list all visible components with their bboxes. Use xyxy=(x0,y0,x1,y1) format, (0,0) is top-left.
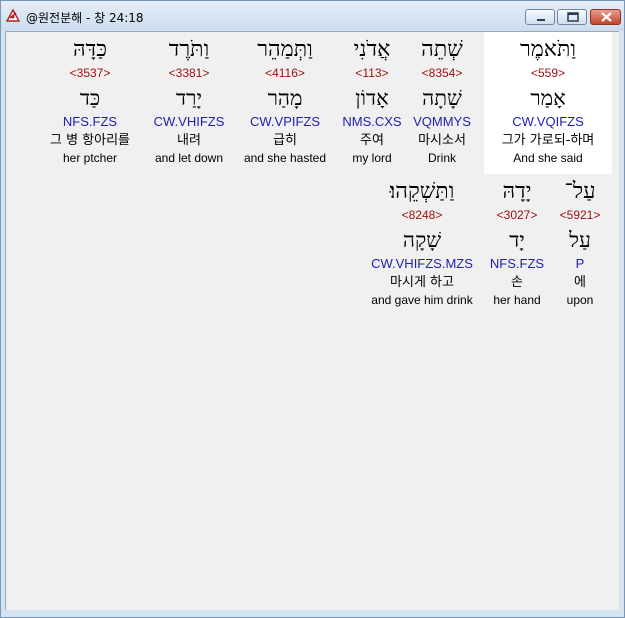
morphology-code: NMS.CXS xyxy=(342,114,402,129)
english-gloss: and let down xyxy=(154,151,224,165)
korean-gloss: 손 xyxy=(511,275,523,290)
word-block[interactable]: יָדָהּ <3027> יָד NFS.FZS 손 her hand xyxy=(484,174,550,316)
morphology-code: VQMMYS xyxy=(413,114,471,129)
word-block[interactable]: עַל־ <5921> עַל P 에 upon xyxy=(554,174,606,316)
word-block[interactable]: אֲדֹנִי <113> אָדוֹן NMS.CXS 주여 my lord xyxy=(338,32,406,174)
hebrew-lemma: עַל xyxy=(569,228,591,252)
app-window: @원전분해 - 창 24:18 וַתֹּאמֶר <559> אָמַר CW… xyxy=(0,0,625,618)
hebrew-word: יָדָהּ xyxy=(502,179,532,204)
strong-number: <4116> xyxy=(265,66,305,80)
hebrew-word: וַתֹּרֶד xyxy=(168,37,210,62)
hebrew-lemma: יָד xyxy=(509,228,525,252)
morphology-code: CW.VHIFZS.MZS xyxy=(371,256,473,271)
word-block[interactable]: כַּדָּהּ <3537> כַּד NFS.FZS 그 병 항아리를 he… xyxy=(34,32,146,174)
hebrew-lemma: אָדוֹן xyxy=(355,86,389,110)
korean-gloss: 주여 xyxy=(360,133,384,148)
word-block[interactable]: וַתֹּאמֶר <559> אָמַר CW.VQIFZS 그가 가로되-하… xyxy=(484,32,612,174)
english-gloss: and she hasted xyxy=(243,151,327,165)
english-gloss: And she said xyxy=(513,151,583,165)
english-gloss: her hand xyxy=(493,293,541,307)
window-bottom-border xyxy=(5,610,619,615)
app-icon xyxy=(5,8,21,24)
strong-number: <8354> xyxy=(421,66,463,80)
english-gloss: and gave him drink xyxy=(371,293,473,307)
word-block[interactable]: שְׁתֵה <8354> שָׁתָה VQMMYS 마시소서 Drink xyxy=(406,32,478,174)
title-bar[interactable]: @원전분해 - 창 24:18 xyxy=(1,1,624,31)
morphology-code: P xyxy=(575,256,585,271)
hebrew-word: כַּדָּהּ xyxy=(73,37,107,62)
morphology-code: CW.VPIFZS xyxy=(249,114,321,129)
hebrew-lemma: שָׁתָה xyxy=(422,86,462,110)
hebrew-lemma: כַּד xyxy=(79,86,101,110)
morphology-code: NFS.FZS xyxy=(489,256,545,271)
word-block[interactable]: וַתַּשְׁקֵהוּ׃ <8248> שָׁקָה CW.VHIFZS.M… xyxy=(364,174,480,316)
strong-number: <3381> xyxy=(168,66,210,80)
maximize-icon xyxy=(567,12,579,22)
korean-gloss: 마시게 하고 xyxy=(390,275,454,290)
strong-number: <3537> xyxy=(69,66,111,80)
english-gloss: Drink xyxy=(427,151,456,165)
strong-number: <8248> xyxy=(401,208,443,222)
word-block[interactable]: וַתֹּרֶד <3381> יָרַד CW.VHIFZS 내려 and l… xyxy=(149,32,229,174)
strong-number: <3027> xyxy=(496,208,538,222)
hebrew-lemma: מָהַר xyxy=(267,86,303,110)
close-button[interactable] xyxy=(590,9,621,25)
morphology-code: CW.VQIFZS xyxy=(512,114,584,129)
korean-gloss: 내려 xyxy=(177,133,201,148)
hebrew-word: שְׁתֵה xyxy=(421,37,463,62)
strong-number: <559> xyxy=(530,66,566,80)
hebrew-word: עַל־ xyxy=(564,179,596,204)
english-gloss: upon xyxy=(566,293,594,307)
maximize-button[interactable] xyxy=(557,9,587,25)
hebrew-lemma: שָׁקָה xyxy=(402,228,442,252)
english-gloss: my lord xyxy=(352,151,392,165)
word-block[interactable]: וַתְּמַהֵר <4116> מָהַר CW.VPIFZS 급히 and… xyxy=(238,32,332,174)
hebrew-word: וַתְּמַהֵר xyxy=(257,37,313,62)
english-gloss: her ptcher xyxy=(62,151,118,165)
korean-gloss: 그 병 항아리를 xyxy=(49,133,131,148)
hebrew-lemma: יָרַד xyxy=(176,86,202,110)
close-icon xyxy=(601,12,612,22)
minimize-icon xyxy=(537,19,545,21)
hebrew-word: וַתַּשְׁקֵהוּ׃ xyxy=(389,179,455,204)
strong-number: <5921> xyxy=(559,208,601,222)
korean-gloss: 급히 xyxy=(273,133,297,148)
korean-gloss: 그가 가로되-하며 xyxy=(501,133,595,148)
morphology-code: NFS.FZS xyxy=(62,114,118,129)
interlinear-view: וַתֹּאמֶר <559> אָמַר CW.VQIFZS 그가 가로되-하… xyxy=(5,31,619,611)
korean-gloss: 마시소서 xyxy=(418,133,466,148)
hebrew-word: אֲדֹנִי xyxy=(353,37,391,62)
strong-number: <113> xyxy=(355,66,389,80)
korean-gloss: 에 xyxy=(574,275,586,290)
minimize-button[interactable] xyxy=(525,9,555,25)
hebrew-lemma: אָמַר xyxy=(530,86,566,110)
window-title: @원전분해 - 창 24:18 xyxy=(26,11,144,25)
hebrew-word: וַתֹּאמֶר xyxy=(519,37,577,62)
morphology-code: CW.VHIFZS xyxy=(153,114,225,129)
